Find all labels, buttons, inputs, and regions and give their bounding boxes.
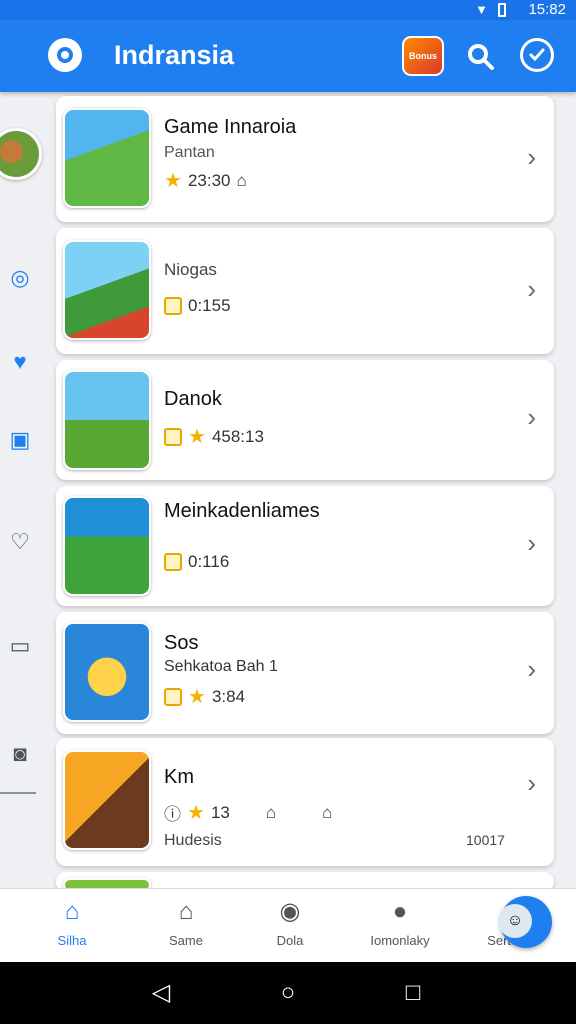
- nav-label: Silha: [57, 933, 87, 948]
- star-icon: ★: [164, 170, 182, 192]
- game-meta: ★ 23:30 ⌂: [164, 168, 247, 193]
- wifi-icon: ▼: [475, 2, 488, 17]
- game-name: Km: [164, 766, 194, 788]
- meta-value: 3:84: [211, 686, 246, 706]
- game-art: [63, 240, 151, 340]
- game-name: Danok: [164, 388, 222, 410]
- game-art: [63, 750, 151, 850]
- meta-value: 0:155: [188, 296, 231, 315]
- system-nav-bar: ◁ ○ □: [0, 962, 576, 1024]
- user-avatar[interactable]: [0, 128, 42, 180]
- star-icon: ★: [188, 686, 206, 708]
- game-subtitle: Sehkatoa Bah 1: [164, 658, 278, 675]
- house-icon: ⌂: [178, 898, 194, 925]
- game-name: Sos: [164, 632, 199, 654]
- meta-value: 0:116: [188, 552, 230, 571]
- bonus-label: Bonus: [409, 51, 437, 61]
- target-icon[interactable]: ◎: [6, 264, 34, 292]
- game-name: Game Innaroia: [164, 116, 297, 138]
- list-item[interactable]: Meinkadenliames 0:116 ›: [56, 486, 554, 606]
- home-outline-icon: ⌂: [236, 170, 247, 190]
- home-circle-icon[interactable]: ○: [273, 978, 303, 1008]
- nav-label: Same: [169, 933, 203, 948]
- tag-icon: [164, 687, 182, 706]
- list-item[interactable]: Sos Sehkatoa Bah 1 ★ 3:84 ›: [56, 612, 554, 734]
- person-card-icon[interactable]: ◙: [6, 740, 34, 768]
- meta-value: 23:30: [187, 170, 231, 190]
- person-icon: ●: [392, 898, 408, 925]
- meta-value: 13: [210, 802, 230, 822]
- list-item[interactable]: Game Innaroia Pantan ★ 23:30 ⌂ ›: [56, 96, 554, 222]
- game-subtitle: Pantan: [164, 144, 215, 161]
- game-name: Niogas: [164, 260, 217, 279]
- info-circle-icon: ⓘ: [164, 805, 181, 824]
- list-item[interactable]: Niogas 0:155 ›: [56, 228, 554, 354]
- nav-label: Dola: [276, 933, 304, 948]
- game-meta: ★ 458:13: [164, 424, 264, 449]
- home-icon: ⌂: [64, 898, 80, 925]
- status-bar: ▼ 15:82: [0, 0, 576, 20]
- star-icon: ★: [188, 426, 206, 448]
- game-art: [63, 108, 151, 208]
- home-outline-icon: ⌂: [265, 802, 277, 822]
- coin-value: 10017: [466, 832, 505, 848]
- nav-item-dola[interactable]: ◉ Dola: [240, 897, 340, 948]
- app-bar: Indransia Bonus: [0, 20, 576, 92]
- image-icon[interactable]: ▣: [6, 426, 34, 454]
- game-meta: ★ 3:84: [164, 684, 245, 709]
- nav-item-silha[interactable]: ⌂ Silha: [22, 897, 122, 948]
- chevron-right-icon[interactable]: ›: [527, 528, 536, 559]
- chevron-right-icon[interactable]: ›: [527, 402, 536, 433]
- star-icon: ★: [187, 802, 205, 824]
- rail-divider: [0, 792, 36, 794]
- app-title: Indransia: [114, 40, 235, 70]
- home-outline-icon: ⌂: [322, 802, 333, 822]
- bottom-nav: ⌂ Silha ⌂ Same ◉ Dola ● Iomonlaky Sertes: [0, 888, 576, 962]
- chevron-right-icon[interactable]: ›: [527, 768, 536, 799]
- game-meta: 0:116: [164, 552, 229, 572]
- game-art: [63, 622, 151, 722]
- chevron-right-icon[interactable]: ›: [527, 654, 536, 685]
- search-icon[interactable]: [466, 42, 496, 72]
- recents-icon[interactable]: □: [398, 978, 428, 1008]
- chat-fab-button[interactable]: ☺: [498, 896, 552, 948]
- game-extra: Hudesis: [164, 832, 222, 849]
- battery-icon: [498, 3, 506, 17]
- meta-value: 458:13: [211, 426, 264, 446]
- smiley-icon: ☺: [498, 904, 532, 938]
- nav-item-iomonlaky[interactable]: ● Iomonlaky: [350, 897, 450, 948]
- game-art: [63, 496, 151, 596]
- nav-label: Iomonlaky: [370, 933, 430, 948]
- chevron-right-icon[interactable]: ›: [527, 274, 536, 305]
- gamepad-icon: ◉: [279, 898, 301, 925]
- tag-icon: [164, 297, 182, 315]
- list-item[interactable]: Danok ★ 458:13 ›: [56, 360, 554, 480]
- game-meta: 0:155: [164, 296, 231, 316]
- heart-icon[interactable]: ♥: [6, 348, 34, 376]
- back-icon[interactable]: ◁: [146, 978, 176, 1008]
- tag-icon: [164, 553, 182, 571]
- game-name: Meinkadenliames: [164, 500, 320, 522]
- bonus-game-thumbnail[interactable]: Bonus: [402, 36, 444, 76]
- tag-icon: [164, 427, 182, 446]
- heart-outline-icon[interactable]: ♡: [6, 528, 34, 556]
- app-logo-icon[interactable]: [48, 38, 82, 72]
- side-rail: ◎ ♥ ▣ ♡ ▭ ◙: [0, 92, 44, 892]
- check-circle-icon[interactable]: [520, 38, 554, 72]
- list-item[interactable]: Km ⓘ ★ 13 ⌂ ⌂ Hudesis 10017 ›: [56, 738, 554, 866]
- status-time: 15:82: [528, 1, 566, 18]
- tablet-icon[interactable]: ▭: [6, 632, 34, 660]
- chevron-right-icon[interactable]: ›: [527, 142, 536, 173]
- nav-item-same[interactable]: ⌂ Same: [136, 897, 236, 948]
- game-meta: ⓘ ★ 13 ⌂ ⌂: [164, 800, 332, 825]
- game-art: [63, 370, 151, 470]
